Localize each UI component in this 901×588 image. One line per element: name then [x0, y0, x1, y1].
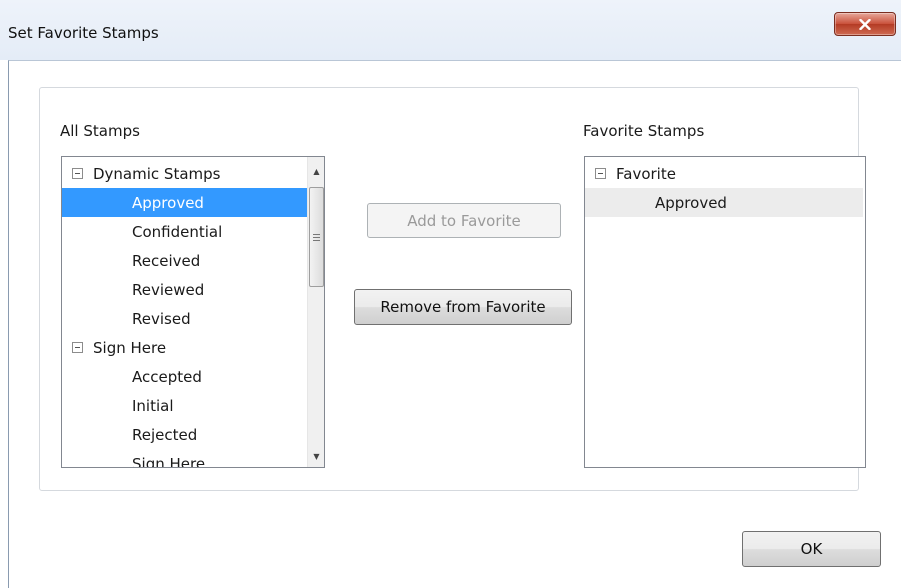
tree-item-label: Approved — [132, 193, 204, 212]
favorite-stamps-tree[interactable]: Favorite Approved — [584, 156, 866, 468]
collapse-minus-icon[interactable] — [595, 168, 606, 179]
favorite-stamps-label: Favorite Stamps — [583, 122, 705, 140]
tree-item-rejected[interactable]: Rejected — [62, 420, 309, 449]
close-icon — [859, 18, 871, 30]
dialog-client-area: All Stamps Favorite Stamps Dynamic Stamp… — [8, 60, 901, 588]
collapse-minus-icon[interactable] — [72, 168, 83, 179]
stamps-panel: All Stamps Favorite Stamps Dynamic Stamp… — [39, 87, 866, 491]
tree-item-received[interactable]: Received — [62, 246, 309, 275]
window-title: Set Favorite Stamps — [8, 24, 159, 42]
collapse-minus-icon[interactable] — [72, 342, 83, 353]
tree-item-approved[interactable]: Approved — [62, 188, 309, 217]
tree-group-dynamic-stamps[interactable]: Dynamic Stamps — [62, 159, 309, 188]
all-stamps-label: All Stamps — [60, 122, 140, 140]
tree-group-favorite[interactable]: Favorite — [585, 159, 863, 188]
tree-item-label: Approved — [655, 193, 727, 212]
tree-group-sign-here[interactable]: Sign Here — [62, 333, 309, 362]
tree-item-reviewed[interactable]: Reviewed — [62, 275, 309, 304]
set-favorite-stamps-dialog: Set Favorite Stamps All Stamps Favorite … — [0, 0, 901, 588]
grip-icon — [313, 233, 320, 241]
close-button[interactable] — [834, 12, 896, 36]
remove-from-favorite-button[interactable]: Remove from Favorite — [354, 289, 572, 325]
vertical-scrollbar[interactable]: ▲ ▼ — [307, 157, 324, 467]
tree-item-label: Confidential — [132, 222, 223, 241]
add-to-favorite-button[interactable]: Add to Favorite — [367, 203, 561, 238]
title-bar: Set Favorite Stamps — [0, 0, 901, 60]
tree-item-revised[interactable]: Revised — [62, 304, 309, 333]
all-stamps-tree[interactable]: Dynamic Stamps Approved Confidential Rec… — [61, 156, 325, 468]
ok-button[interactable]: OK — [742, 531, 881, 567]
tree-item-label: Reviewed — [132, 280, 205, 299]
tree-item-accepted[interactable]: Accepted — [62, 362, 309, 391]
tree-item-label: Initial — [132, 396, 174, 415]
tree-item-initial[interactable]: Initial — [62, 391, 309, 420]
scrollbar-thumb[interactable] — [309, 187, 324, 287]
tree-item-label: Rejected — [132, 425, 198, 444]
tree-item-label: Received — [132, 251, 201, 270]
tree-group-label: Dynamic Stamps — [93, 164, 221, 183]
scroll-up-arrow-icon[interactable]: ▲ — [308, 163, 324, 180]
tree-item-confidential[interactable]: Confidential — [62, 217, 309, 246]
tree-item-label: Sign Here — [132, 454, 206, 468]
scroll-down-arrow-icon[interactable]: ▼ — [308, 448, 324, 465]
tree-group-label: Favorite — [616, 164, 676, 183]
tree-item-sign-here[interactable]: Sign Here — [62, 449, 309, 468]
tree-group-label: Sign Here — [93, 338, 167, 357]
tree-item-approved[interactable]: Approved — [585, 188, 863, 217]
tree-item-label: Revised — [132, 309, 191, 328]
tree-item-label: Accepted — [132, 367, 202, 386]
